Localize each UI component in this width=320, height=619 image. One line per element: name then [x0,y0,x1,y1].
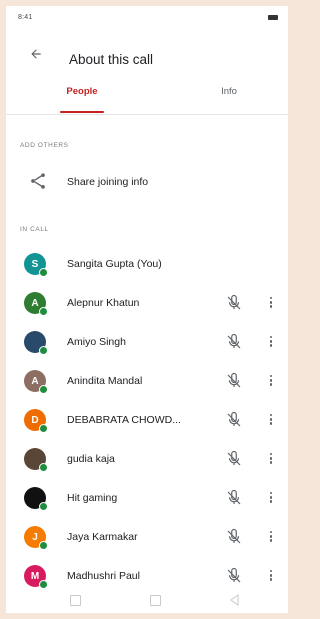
participant-list: S Sangita Gupta (You) A Alepnur Khatun Amiyo… [6,248,288,599]
share-joining-info-button[interactable]: Share joining info [6,166,288,200]
online-status-dot [39,502,48,511]
system-nav-bar [6,590,288,612]
avatar [24,448,48,472]
online-status-dot [39,268,48,277]
avatar [24,487,48,511]
online-status-dot [39,385,48,394]
avatar-initial: A [31,297,39,309]
participant-name: Amiyo Singh [67,336,126,348]
participant-row[interactable]: A Alepnur Khatun [6,287,288,326]
avatar-initial: A [31,375,39,387]
online-status-dot [39,580,48,589]
participant-row[interactable]: S Sangita Gupta (You) [6,248,288,287]
more-options-icon[interactable] [268,529,274,545]
mic-off-icon [227,411,241,427]
participant-row[interactable]: Hit gaming [6,482,288,521]
online-status-dot [39,307,48,316]
participant-name: Alepnur Khatun [67,297,140,309]
mic-off-icon [227,372,241,388]
participant-name: DEBABRATA CHOWD... [67,414,181,426]
add-others-heading: ADD OTHERS [20,142,69,149]
participant-name: Anindita Mandal [67,375,143,387]
back-button[interactable] [24,42,48,66]
mic-off-icon [227,489,241,505]
participant-name: Sangita Gupta (You) [67,258,162,270]
online-status-dot [39,463,48,472]
avatar: J [24,526,48,550]
mic-off-icon [227,450,241,466]
participant-name: Madhushri Paul [67,570,140,582]
avatar: M [24,565,48,589]
avatar: S [24,253,48,277]
participant-row[interactable]: D DEBABRATA CHOWD... [6,404,288,443]
avatar: D [24,409,48,433]
more-options-icon[interactable] [268,412,274,428]
tab-bar: People Info [6,80,288,115]
participant-name: Jaya Karmakar [67,531,138,543]
more-options-icon[interactable] [268,373,274,389]
more-options-icon[interactable] [268,334,274,350]
call-details-screen: 8:41 About this call People Info ADD OTH… [6,6,288,613]
more-options-icon[interactable] [268,568,274,584]
status-bar: 8:41 [6,6,288,30]
arrow-back-icon [31,49,41,59]
avatar-initial: D [31,414,39,426]
in-call-heading: IN CALL [20,226,49,233]
avatar [24,331,48,355]
status-time: 8:41 [18,14,33,21]
mic-off-icon [227,567,241,583]
online-status-dot [39,346,48,355]
participant-row[interactable]: Amiyo Singh [6,326,288,365]
participant-row[interactable]: gudia kaja [6,443,288,482]
tab-info[interactable]: Info [211,86,247,112]
avatar-initial: S [31,258,39,270]
avatar-initial: M [30,570,40,582]
online-status-dot [39,541,48,550]
home-nav-button[interactable] [150,595,161,606]
participant-row[interactable]: A Anindita Mandal [6,365,288,404]
participant-row[interactable]: J Jaya Karmakar [6,521,288,560]
back-nav-button[interactable] [229,594,241,606]
avatar-initial: J [32,531,38,543]
menu-nav-button[interactable] [70,595,81,606]
avatar: A [24,370,48,394]
avatar: A [24,292,48,316]
mic-off-icon [227,333,241,349]
battery-icon [268,15,278,20]
online-status-dot [39,424,48,433]
more-options-icon[interactable] [268,451,274,467]
more-options-icon[interactable] [268,295,274,311]
app-bar: About this call [6,32,288,76]
page-title: About this call [69,52,154,67]
tab-selected-indicator [60,111,104,113]
share-icon [31,173,45,189]
participant-name: gudia kaja [67,453,115,465]
tab-people[interactable]: People [60,86,104,112]
share-joining-info-label: Share joining info [67,176,149,188]
mic-off-icon [227,528,241,544]
participant-name: Hit gaming [67,492,118,504]
mic-off-icon [227,294,241,310]
more-options-icon[interactable] [268,490,274,506]
